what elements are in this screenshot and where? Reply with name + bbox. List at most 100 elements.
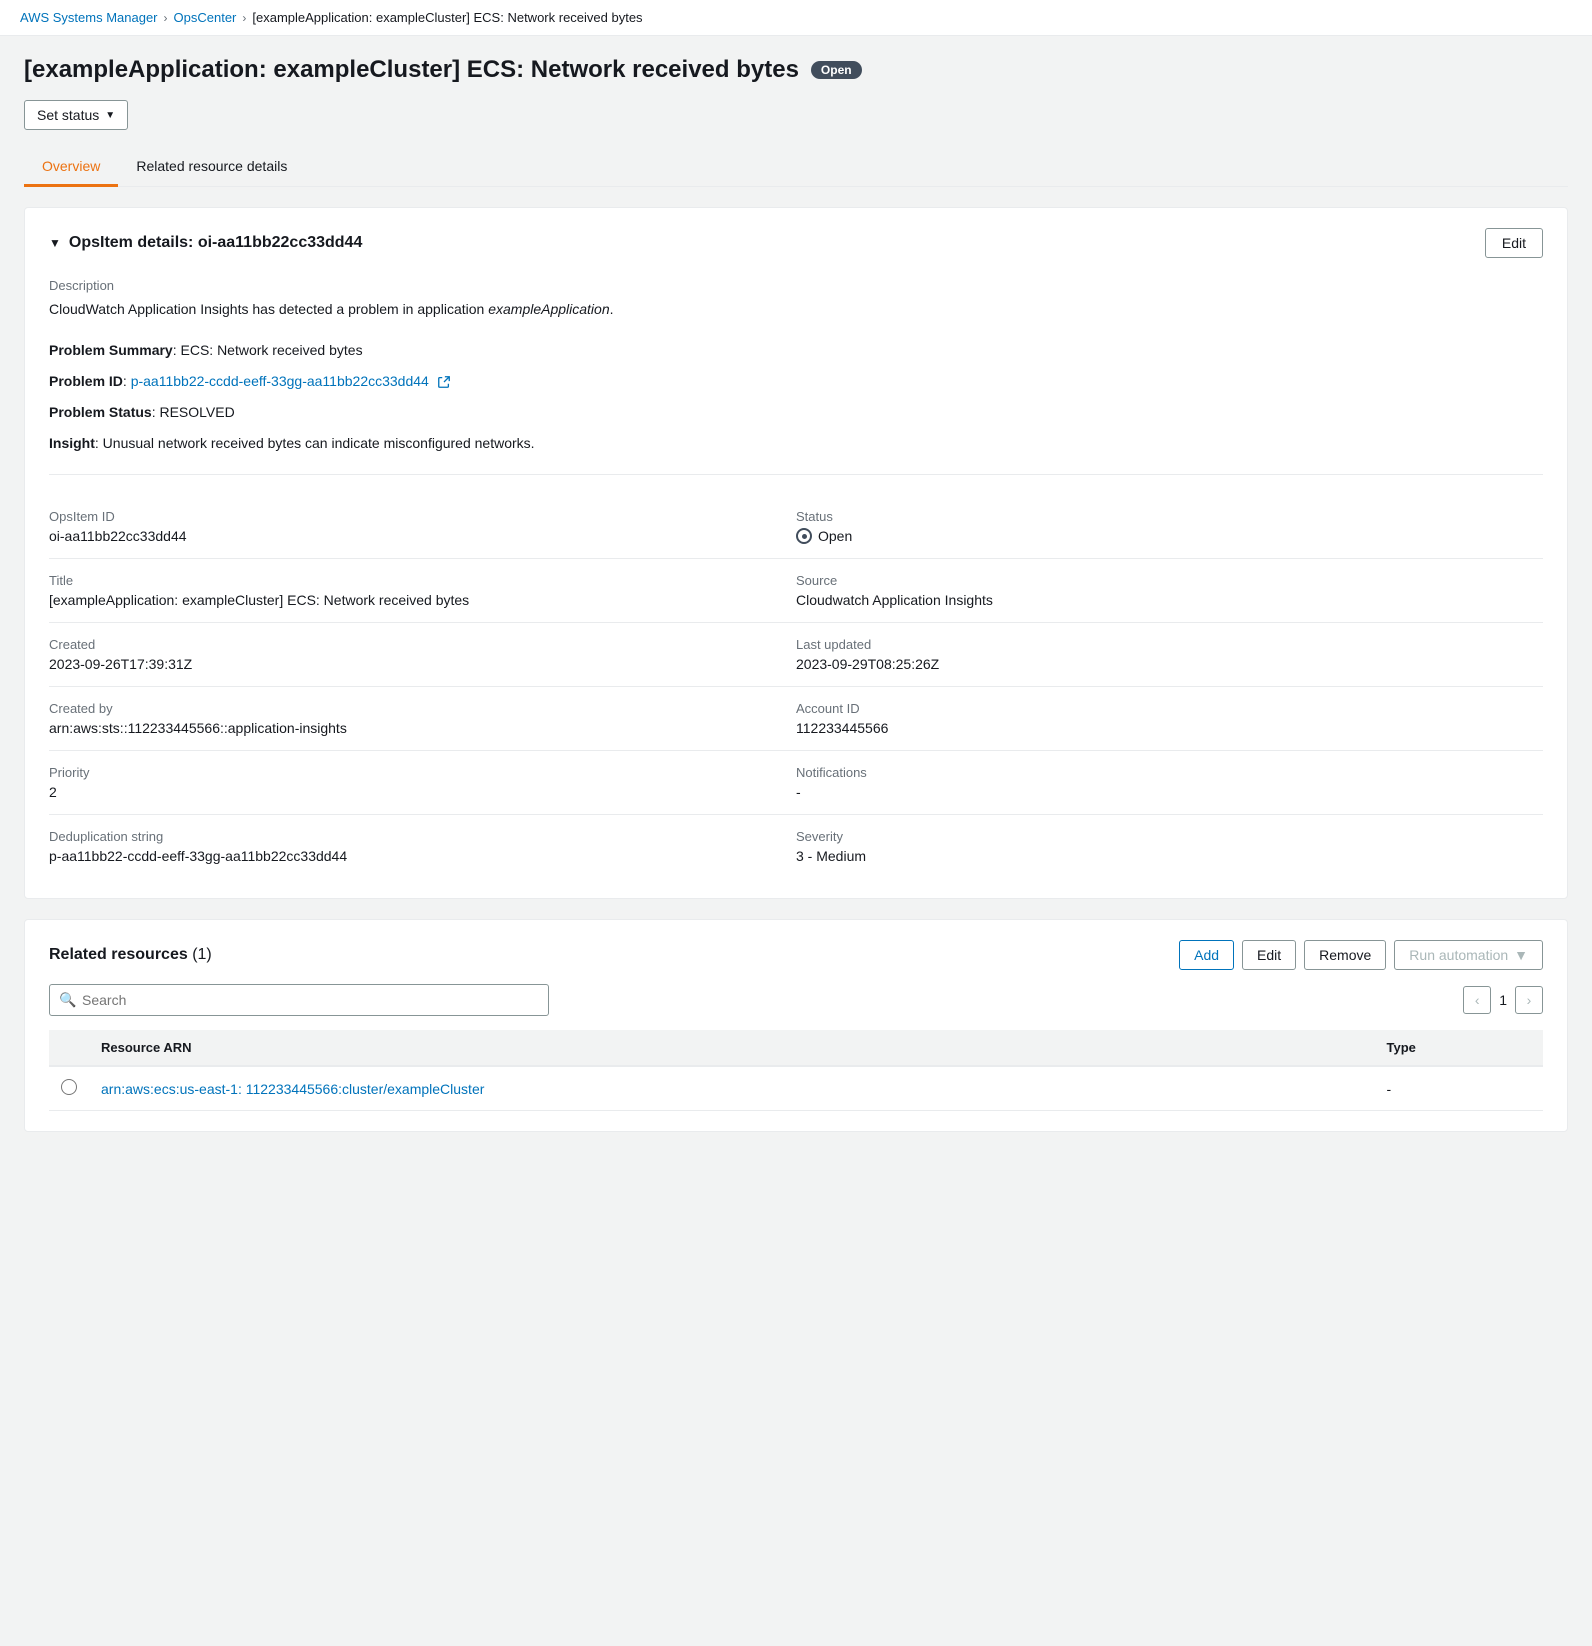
set-status-button[interactable]: Set status ▼ xyxy=(24,100,128,130)
problem-status-value: RESOLVED xyxy=(159,404,234,420)
toolbar: Set status ▼ xyxy=(24,100,1568,130)
info-cell-account-id: Account ID 112233445566 xyxy=(796,687,1543,751)
search-icon: 🔍 xyxy=(59,992,76,1009)
breadcrumb-systems-manager[interactable]: AWS Systems Manager xyxy=(20,10,158,25)
page-number: 1 xyxy=(1499,992,1507,1008)
related-resources-table: Resource ARN Type arn:aws:ecs:us-east-1:… xyxy=(49,1030,1543,1111)
created-label: Created xyxy=(49,637,756,652)
notifications-value: - xyxy=(796,784,1543,800)
collapse-icon[interactable]: ▼ xyxy=(49,236,61,250)
status-badge: Open xyxy=(811,61,862,79)
description-plain: CloudWatch Application Insights has dete… xyxy=(49,301,488,317)
account-id-label: Account ID xyxy=(796,701,1543,716)
title-value: [exampleApplication: exampleCluster] ECS… xyxy=(49,592,756,608)
title-label: Title xyxy=(49,573,756,588)
related-resources-header: Related resources (1) Add Edit Remove Ru… xyxy=(49,940,1543,970)
row-type-cell: - xyxy=(1375,1066,1543,1111)
source-value: Cloudwatch Application Insights xyxy=(796,592,1543,608)
info-cell-notifications: Notifications - xyxy=(796,751,1543,815)
card-header: ▼ OpsItem details: oi-aa11bb22cc33dd44 E… xyxy=(49,228,1543,258)
created-by-label: Created by xyxy=(49,701,756,716)
breadcrumb-sep-1: › xyxy=(164,11,168,25)
search-row: 🔍 ‹ 1 › xyxy=(49,984,1543,1016)
insight-line: Insight: Unusual network received bytes … xyxy=(49,433,1543,454)
breadcrumb-opscenter[interactable]: OpsCenter xyxy=(174,10,237,25)
dedup-string-label: Deduplication string xyxy=(49,829,756,844)
insight-label: Insight xyxy=(49,435,95,451)
col-type: Type xyxy=(1375,1030,1543,1066)
page-title-row: [exampleApplication: exampleCluster] ECS… xyxy=(24,56,1568,84)
insight-value: Unusual network received bytes can indic… xyxy=(103,435,535,451)
last-updated-value: 2023-09-29T08:25:26Z xyxy=(796,656,1543,672)
severity-value: 3 - Medium xyxy=(796,848,1543,864)
opsitem-id-label: OpsItem ID xyxy=(49,509,756,524)
opsitem-edit-button[interactable]: Edit xyxy=(1485,228,1543,258)
priority-label: Priority xyxy=(49,765,756,780)
edit-resource-button[interactable]: Edit xyxy=(1242,940,1296,970)
related-resources-actions: Add Edit Remove Run automation ▼ xyxy=(1179,940,1543,970)
opsitem-details-card: ▼ OpsItem details: oi-aa11bb22cc33dd44 E… xyxy=(24,207,1568,899)
info-cell-last-updated: Last updated 2023-09-29T08:25:26Z xyxy=(796,623,1543,687)
info-grid: OpsItem ID oi-aa11bb22cc33dd44 Status Op… xyxy=(49,495,1543,878)
info-cell-created: Created 2023-09-26T17:39:31Z xyxy=(49,623,796,687)
tab-related-resource-details[interactable]: Related resource details xyxy=(118,148,305,187)
info-cell-priority: Priority 2 xyxy=(49,751,796,815)
tabs-row: Overview Related resource details xyxy=(24,148,1568,187)
info-cell-status: Status Open xyxy=(796,495,1543,559)
pagination: ‹ 1 › xyxy=(1463,986,1543,1014)
card-title: ▼ OpsItem details: oi-aa11bb22cc33dd44 xyxy=(49,234,362,252)
severity-label: Severity xyxy=(796,829,1543,844)
breadcrumb-sep-2: › xyxy=(242,11,246,25)
search-input[interactable] xyxy=(49,984,549,1016)
problem-summary-line: Problem Summary: ECS: Network received b… xyxy=(49,340,1543,361)
description-label: Description xyxy=(49,278,1543,293)
status-open-icon xyxy=(796,528,812,544)
related-resources-title-group: Related resources (1) xyxy=(49,946,212,964)
row-radio-input[interactable] xyxy=(61,1079,77,1095)
card-title-text: OpsItem details: oi-aa11bb22cc33dd44 xyxy=(69,234,362,252)
related-resources-card: Related resources (1) Add Edit Remove Ru… xyxy=(24,919,1568,1132)
status-value: Open xyxy=(796,528,1543,544)
set-status-label: Set status xyxy=(37,107,99,123)
external-link-icon xyxy=(437,375,451,389)
remove-button[interactable]: Remove xyxy=(1304,940,1386,970)
related-title-text: Related resources xyxy=(49,946,188,963)
dedup-string-value: p-aa11bb22-ccdd-eeff-33gg-aa11bb22cc33dd… xyxy=(49,848,756,864)
divider xyxy=(49,474,1543,475)
problem-id-link[interactable]: p-aa11bb22-ccdd-eeff-33gg-aa11bb22cc33dd… xyxy=(131,373,429,389)
created-by-value: arn:aws:sts::112233445566::application-i… xyxy=(49,720,756,736)
related-resources-title: Related resources (1) xyxy=(49,946,212,963)
add-button[interactable]: Add xyxy=(1179,940,1234,970)
run-automation-arrow-icon: ▼ xyxy=(1514,947,1528,963)
problem-id-label: Problem ID xyxy=(49,373,123,389)
next-page-button[interactable]: › xyxy=(1515,986,1543,1014)
info-cell-source: Source Cloudwatch Application Insights xyxy=(796,559,1543,623)
col-resource-arn: Resource ARN xyxy=(89,1030,1375,1066)
problem-status-label: Problem Status xyxy=(49,404,152,420)
breadcrumb-current: [exampleApplication: exampleCluster] ECS… xyxy=(252,10,642,25)
info-cell-opsitem-id: OpsItem ID oi-aa11bb22cc33dd44 xyxy=(49,495,796,559)
priority-value: 2 xyxy=(49,784,756,800)
source-label: Source xyxy=(796,573,1543,588)
description-end: . xyxy=(610,301,614,317)
page-title: [exampleApplication: exampleCluster] ECS… xyxy=(24,56,799,84)
status-label: Status xyxy=(796,509,1543,524)
problem-id-line: Problem ID: p-aa11bb22-ccdd-eeff-33gg-aa… xyxy=(49,371,1543,392)
opsitem-id-value: oi-aa11bb22cc33dd44 xyxy=(49,528,756,544)
row-radio-cell[interactable] xyxy=(49,1066,89,1111)
info-cell-dedup-string: Deduplication string p-aa11bb22-ccdd-eef… xyxy=(49,815,796,878)
resource-arn-link[interactable]: arn:aws:ecs:us-east-1: 112233445566:clus… xyxy=(101,1081,484,1097)
chevron-down-icon: ▼ xyxy=(105,110,115,121)
prev-page-button[interactable]: ‹ xyxy=(1463,986,1491,1014)
description-section: Description CloudWatch Application Insig… xyxy=(49,278,1543,320)
notifications-label: Notifications xyxy=(796,765,1543,780)
description-text: CloudWatch Application Insights has dete… xyxy=(49,299,1543,320)
problem-summary-value: ECS: Network received bytes xyxy=(181,342,363,358)
run-automation-button[interactable]: Run automation ▼ xyxy=(1394,940,1543,970)
row-arn-cell: arn:aws:ecs:us-east-1: 112233445566:clus… xyxy=(89,1066,1375,1111)
status-circle-inner xyxy=(802,534,807,539)
search-input-wrap: 🔍 xyxy=(49,984,549,1016)
tab-overview[interactable]: Overview xyxy=(24,148,118,187)
account-id-value: 112233445566 xyxy=(796,720,1543,736)
col-select xyxy=(49,1030,89,1066)
